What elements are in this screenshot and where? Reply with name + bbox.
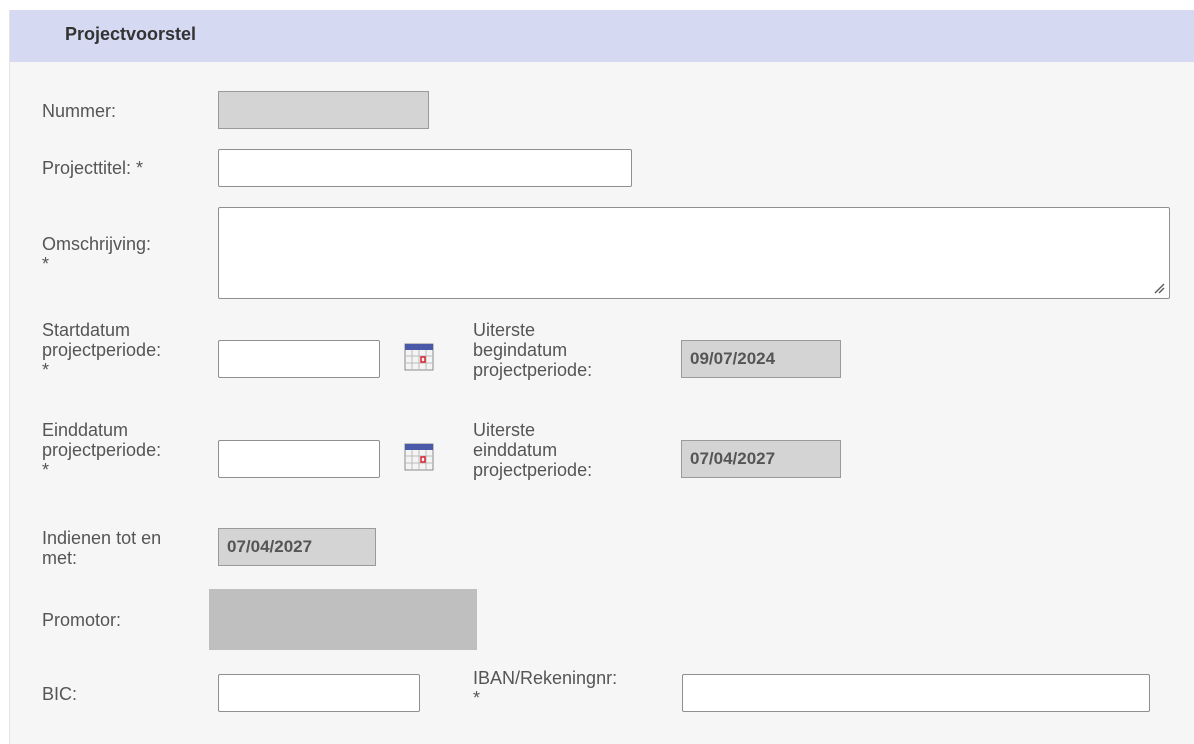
einddatum-label-line3: * <box>42 460 50 480</box>
calendar-icon[interactable] <box>404 342 434 372</box>
calendar-icon[interactable] <box>404 442 434 472</box>
uiterste-begindatum-label-line1: Uiterste <box>473 320 536 340</box>
bic-label: BIC: <box>42 684 78 704</box>
iban-input[interactable] <box>682 674 1150 712</box>
iban-label-line2: * <box>473 688 481 708</box>
uiterste-einddatum-label-line3: projectperiode: <box>473 460 593 480</box>
einddatum-label-line1: Einddatum <box>42 420 129 440</box>
indienen-label-line1: Indienen tot en <box>42 528 162 548</box>
uiterste-einddatum-label: Uiterste einddatum projectperiode: <box>473 420 592 480</box>
projectvoorstel-panel: Projectvoorstel <box>9 10 1194 744</box>
bic-input[interactable] <box>218 674 420 712</box>
promotor-label: Promotor: <box>42 610 122 630</box>
indienen-label: Indienen tot en met: <box>42 528 161 568</box>
omschrijving-textarea[interactable] <box>218 207 1170 299</box>
omschrijving-label-line1: Omschrijving: <box>42 234 152 254</box>
uiterste-begindatum-label-line2: begindatum <box>473 340 568 360</box>
nummer-field <box>218 91 429 129</box>
einddatum-label: Einddatum projectperiode: * <box>42 420 161 480</box>
indienen-field: 07/04/2027 <box>218 528 376 566</box>
startdatum-label: Startdatum projectperiode: * <box>42 320 161 380</box>
uiterste-einddatum-field: 07/04/2027 <box>681 440 841 478</box>
panel-title: Projectvoorstel <box>65 24 197 44</box>
indienen-label-line2: met: <box>42 548 78 568</box>
omschrijving-label: Omschrijving: * <box>42 234 151 274</box>
projecttitel-input[interactable] <box>218 149 632 187</box>
startdatum-input[interactable] <box>218 340 380 378</box>
iban-label-line1: IBAN/Rekeningnr: <box>473 668 618 688</box>
uiterste-begindatum-label: Uiterste begindatum projectperiode: <box>473 320 592 380</box>
startdatum-label-line2: projectperiode: <box>42 340 162 360</box>
einddatum-label-line2: projectperiode: <box>42 440 162 460</box>
uiterste-begindatum-field: 09/07/2024 <box>681 340 841 378</box>
panel-header: Projectvoorstel <box>10 10 1194 62</box>
uiterste-begindatum-label-line3: projectperiode: <box>473 360 593 380</box>
promotor-field <box>209 589 477 650</box>
iban-label: IBAN/Rekeningnr: * <box>473 668 617 708</box>
startdatum-label-line1: Startdatum <box>42 320 131 340</box>
omschrijving-label-line2: * <box>42 254 50 274</box>
startdatum-label-line3: * <box>42 360 50 380</box>
nummer-label: Nummer: <box>42 101 117 121</box>
resize-grip-icon[interactable] <box>1153 282 1165 294</box>
einddatum-input[interactable] <box>218 440 380 478</box>
uiterste-einddatum-label-line2: einddatum <box>473 440 558 460</box>
projecttitel-label: Projecttitel: * <box>42 158 144 178</box>
uiterste-einddatum-label-line1: Uiterste <box>473 420 536 440</box>
